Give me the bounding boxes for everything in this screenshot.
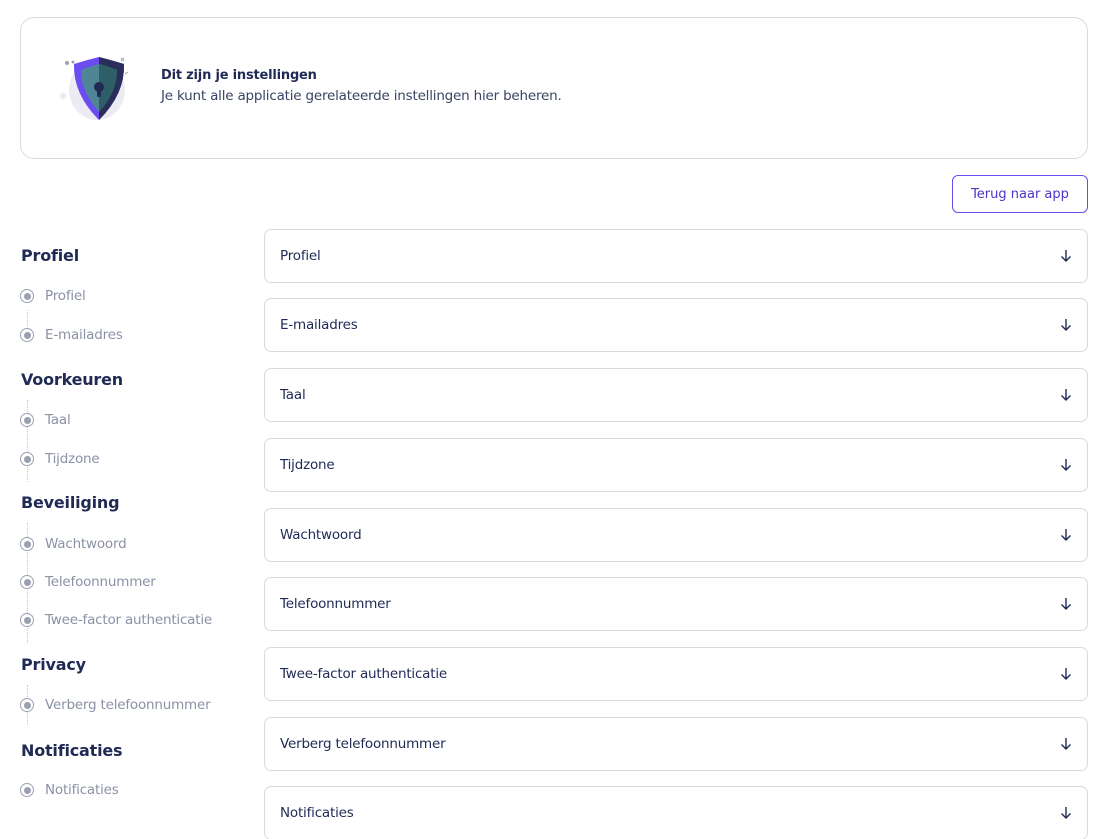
- sidebar-group-beveiliging: Beveiliging: [21, 493, 120, 512]
- section-label: Taal: [280, 387, 306, 403]
- section-label: Notificaties: [280, 805, 354, 821]
- sidebar-item-telefoonnummer[interactable]: Telefoonnummer: [20, 572, 156, 592]
- section-telefoonnummer[interactable]: Telefoonnummer: [264, 577, 1088, 631]
- shield-icon: [60, 57, 129, 120]
- arrow-down-icon: [1061, 738, 1071, 750]
- radio-dot-icon: [20, 413, 34, 427]
- sidebar-item-twee-factor-authenticatie[interactable]: Twee-factor authenticatie: [20, 610, 212, 630]
- sidebar-group-voorkeuren: Voorkeuren: [21, 370, 123, 389]
- sidebar-group-privacy: Privacy: [21, 655, 86, 674]
- section-label: E-mailadres: [280, 317, 358, 333]
- radio-dot-icon: [20, 289, 34, 303]
- section-wachtwoord[interactable]: Wachtwoord: [264, 508, 1088, 562]
- section-label: Telefoonnummer: [280, 596, 391, 612]
- sidebar-group-profiel: Profiel: [21, 246, 79, 265]
- page-title: Dit zijn je instellingen: [161, 68, 317, 83]
- section-label: Verberg telefoonnummer: [280, 736, 446, 752]
- section-e-mailadres[interactable]: E-mailadres: [264, 298, 1088, 352]
- section-label: Twee-factor authenticatie: [280, 666, 448, 682]
- radio-dot-icon: [20, 783, 34, 797]
- arrow-down-icon: [1061, 668, 1071, 680]
- arrow-down-icon: [1061, 389, 1071, 401]
- sidebar-group-notificaties: Notificaties: [21, 741, 123, 760]
- section-twee-factor-authenticatie[interactable]: Twee-factor authenticatie: [264, 647, 1088, 701]
- section-tijdzone[interactable]: Tijdzone: [264, 438, 1088, 492]
- settings-header-card: Dit zijn je instellingen Je kunt alle ap…: [20, 17, 1088, 159]
- section-label: Profiel: [280, 248, 321, 264]
- arrow-down-icon: [1061, 250, 1071, 262]
- section-notificaties[interactable]: Notificaties: [264, 786, 1088, 839]
- sidebar-item-notificaties[interactable]: Notificaties: [20, 780, 119, 800]
- back-to-app-button[interactable]: Terug naar app: [952, 175, 1088, 213]
- radio-dot-icon: [20, 537, 34, 551]
- sidebar-item-e-mailadres[interactable]: E-mailadres: [20, 325, 123, 345]
- radio-dot-icon: [20, 328, 34, 342]
- section-taal[interactable]: Taal: [264, 368, 1088, 422]
- sidebar-item-verberg-telefoonnummer[interactable]: Verberg telefoonnummer: [20, 695, 211, 715]
- sidebar-item-profiel[interactable]: Profiel: [20, 286, 86, 306]
- arrow-down-icon: [1061, 319, 1071, 331]
- radio-dot-icon: [20, 575, 34, 589]
- sidebar-item-taal[interactable]: Taal: [20, 410, 71, 430]
- arrow-down-icon: [1061, 598, 1071, 610]
- radio-dot-icon: [20, 452, 34, 466]
- arrow-down-icon: [1061, 807, 1071, 819]
- arrow-down-icon: [1061, 529, 1071, 541]
- section-profiel[interactable]: Profiel: [264, 229, 1088, 283]
- sidebar-item-tijdzone[interactable]: Tijdzone: [20, 449, 100, 469]
- arrow-down-icon: [1061, 459, 1071, 471]
- section-label: Tijdzone: [280, 457, 335, 473]
- sidebar-item-wachtwoord[interactable]: Wachtwoord: [20, 534, 127, 554]
- section-label: Wachtwoord: [280, 527, 362, 543]
- section-verberg-telefoonnummer[interactable]: Verberg telefoonnummer: [264, 717, 1088, 771]
- page-subtitle: Je kunt alle applicatie gerelateerde ins…: [161, 88, 562, 104]
- radio-dot-icon: [20, 613, 34, 627]
- radio-dot-icon: [20, 698, 34, 712]
